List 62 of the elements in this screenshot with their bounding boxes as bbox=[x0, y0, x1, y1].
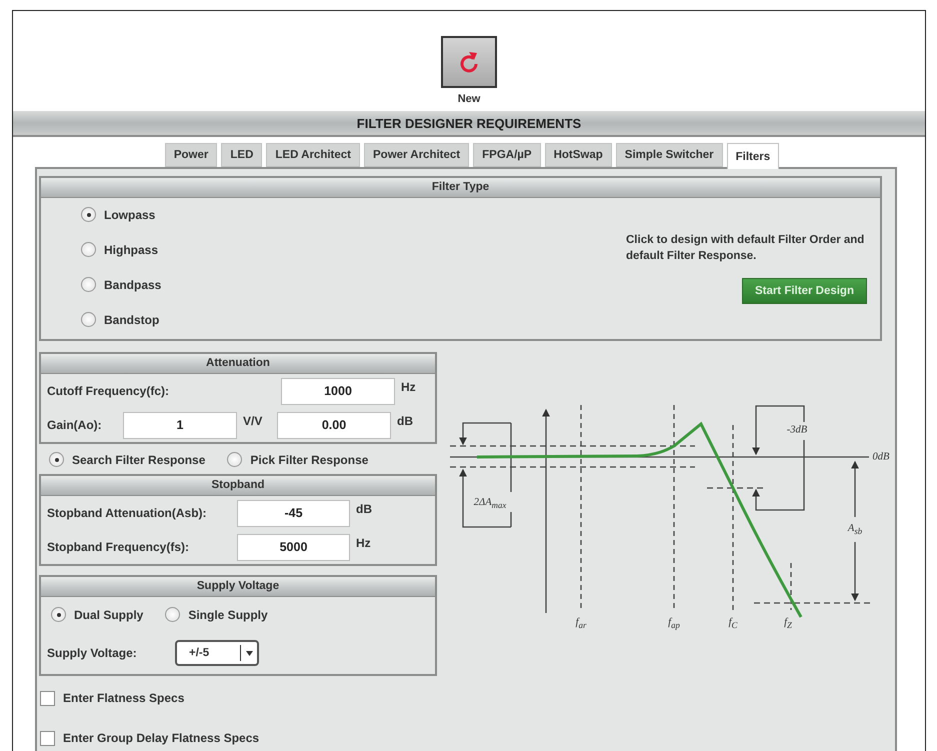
radio-button[interactable] bbox=[227, 452, 242, 467]
input-field[interactable]: 0.00 bbox=[277, 412, 391, 438]
chart-label: f$_{ap}$ bbox=[668, 616, 680, 632]
tab[interactable]: Simple Switcher bbox=[616, 143, 723, 167]
field-label: Stopband Frequency(fs): bbox=[47, 540, 190, 554]
section-title: Stopband bbox=[41, 476, 435, 496]
tab[interactable]: HotSwap bbox=[544, 143, 612, 167]
section-title: Supply Voltage bbox=[41, 577, 435, 597]
section-title: Attenuation bbox=[41, 354, 435, 374]
radio-button[interactable] bbox=[49, 452, 64, 467]
option-label[interactable]: Single Supply bbox=[188, 608, 268, 622]
unit-label: dB bbox=[356, 501, 373, 516]
option-label[interactable]: Bandpass bbox=[104, 278, 162, 292]
option-label[interactable]: Dual Supply bbox=[74, 608, 144, 622]
radio-button[interactable] bbox=[81, 242, 96, 257]
checkbox[interactable] bbox=[40, 730, 55, 746]
section-title: Filter Type bbox=[41, 178, 880, 198]
new-button[interactable] bbox=[441, 36, 497, 88]
unit-label: dB bbox=[397, 413, 414, 428]
chart-label: 0dB bbox=[872, 452, 890, 462]
option-label[interactable]: Search Filter Response bbox=[72, 452, 206, 466]
checkbox-label[interactable]: Enter Group Delay Flatness Specs bbox=[63, 731, 260, 745]
option-label[interactable]: Lowpass bbox=[104, 208, 156, 222]
chart-label: 2ΔA$_{max}$ bbox=[474, 496, 506, 512]
caret-icon bbox=[246, 650, 253, 656]
tab[interactable]: FPGA/µP bbox=[473, 143, 541, 167]
unit-label: V/V bbox=[243, 413, 264, 428]
unit-label: Hz bbox=[356, 535, 372, 550]
refresh-icon bbox=[458, 50, 480, 74]
checkbox[interactable] bbox=[40, 690, 55, 706]
option-label[interactable]: Pick Filter Response bbox=[250, 452, 368, 466]
input-field[interactable]: -45 bbox=[237, 500, 350, 526]
tab[interactable]: LED bbox=[221, 143, 262, 167]
chart-label: A$_{sb}$ bbox=[848, 522, 862, 538]
checkbox-label[interactable]: Enter Flatness Specs bbox=[63, 691, 184, 705]
input-field[interactable]: 1000 bbox=[281, 378, 395, 404]
chart-label: -3dB bbox=[786, 424, 808, 436]
chart-label: f$_{C}$ bbox=[728, 616, 738, 632]
option-label[interactable]: Highpass bbox=[104, 242, 158, 256]
tab[interactable]: LED Architect bbox=[266, 143, 360, 167]
radio-button[interactable] bbox=[165, 607, 180, 622]
tab[interactable]: Power bbox=[164, 143, 218, 167]
field-label: Stopband Attenuation(Asb): bbox=[47, 506, 208, 520]
page-header: FILTER DESIGNER REQUIREMENTS bbox=[13, 111, 925, 137]
radio-button[interactable] bbox=[81, 207, 96, 222]
field-label: Cutoff Frequency(fc): bbox=[47, 384, 169, 398]
radio-button[interactable] bbox=[51, 607, 66, 622]
radio-button[interactable] bbox=[81, 277, 96, 292]
field-label: Gain(Ao): bbox=[47, 418, 103, 432]
unit-label: Hz bbox=[401, 379, 417, 394]
chart-label: f$_{ar}$ bbox=[576, 616, 586, 632]
chart-label: f$_{Z}$ bbox=[784, 616, 792, 632]
hint-text: Click to design with default Filter Order and default Filter Response. bbox=[626, 233, 866, 264]
tab[interactable]: Filters bbox=[726, 143, 780, 169]
option-label[interactable]: Bandstop bbox=[104, 312, 160, 326]
supply-voltage-dropdown[interactable]: +/-5 bbox=[175, 640, 259, 666]
input-field[interactable]: 1 bbox=[123, 412, 237, 438]
input-field[interactable]: 5000 bbox=[237, 534, 350, 560]
tab[interactable]: Power Architect bbox=[364, 143, 470, 167]
field-label: Supply Voltage: bbox=[47, 646, 138, 660]
new-label: New bbox=[458, 93, 480, 106]
radio-button[interactable] bbox=[81, 312, 96, 327]
